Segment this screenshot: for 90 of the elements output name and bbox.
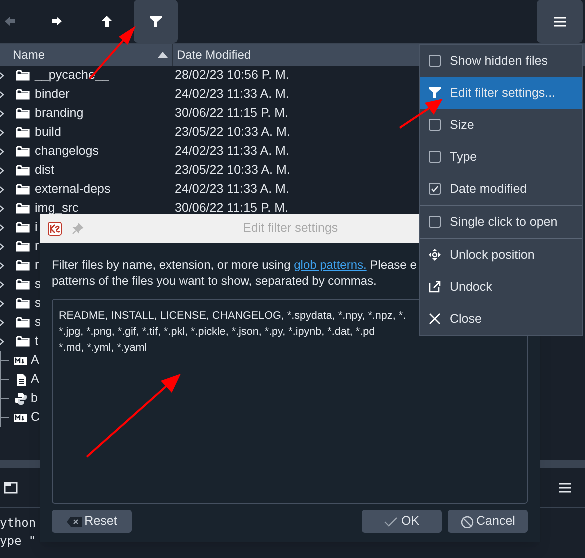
expand-chevron-icon[interactable]	[0, 204, 5, 212]
file-name[interactable]: build	[35, 123, 175, 142]
filter-icon	[429, 87, 441, 99]
modified-date: 30/06/22 11:15 P. M.	[175, 105, 289, 122]
checkbox[interactable]	[429, 55, 441, 67]
menu-item[interactable]: Size	[420, 109, 582, 141]
tree-branch-line	[0, 370, 9, 389]
menu-icon[interactable]	[559, 482, 571, 492]
folder-icon	[16, 316, 30, 330]
folder-icon	[16, 258, 30, 272]
modified-date: 24/02/23 11:33 A. M.	[175, 86, 290, 104]
column-header[interactable]: Date Modified	[173, 44, 252, 66]
console-line: ype "	[0, 533, 36, 550]
checkbox[interactable]	[429, 183, 441, 195]
expand-chevron-icon[interactable]	[0, 128, 5, 136]
checkbox[interactable]	[429, 151, 441, 163]
move-arrows-icon	[429, 249, 441, 261]
dialog-title: Edit filter settings	[243, 220, 338, 238]
folder-icon	[16, 182, 30, 196]
menu-button[interactable]	[537, 0, 583, 43]
menu-item[interactable]: Unlock position	[420, 239, 582, 271]
expand-chevron-icon[interactable]	[0, 186, 5, 194]
modified-date: 30/06/22 11:15 P. M.	[175, 200, 289, 218]
menu-item[interactable]: Single click to open	[420, 206, 582, 238]
file-name[interactable]: changelogs	[35, 142, 175, 161]
folder-icon	[16, 68, 30, 82]
back-arrow-icon	[3, 16, 15, 27]
folder-icon	[16, 220, 30, 234]
tree-branch-line	[0, 408, 9, 427]
folder-icon	[16, 164, 30, 178]
expand-chevron-icon[interactable]	[0, 166, 5, 174]
tree-branch-line	[0, 351, 9, 370]
menu-item[interactable]: Show hidden files	[420, 45, 582, 77]
expand-chevron-icon[interactable]	[0, 90, 5, 98]
file-name[interactable]: external-deps	[35, 180, 175, 199]
file-name[interactable]: img_src	[35, 199, 175, 218]
file-name[interactable]: dist	[35, 161, 175, 180]
folder-icon	[16, 240, 30, 254]
menu-item[interactable]: Date modified	[420, 173, 582, 205]
cancel-icon	[460, 516, 474, 528]
folder-icon	[16, 126, 30, 140]
expand-chevron-icon[interactable]	[0, 300, 5, 308]
python-icon	[14, 392, 28, 406]
expand-chevron-icon[interactable]	[0, 318, 5, 326]
checkbox[interactable]	[429, 119, 441, 131]
modified-date: 23/05/22 10:33 A. M.	[175, 162, 290, 180]
expand-chevron-icon[interactable]	[0, 148, 5, 156]
tree-branch-line	[0, 389, 9, 408]
cancel-button[interactable]: Cancel	[448, 510, 528, 533]
expand-chevron-icon[interactable]	[0, 224, 5, 232]
folder-icon	[16, 296, 30, 310]
document-icon	[14, 372, 28, 386]
glob-patterns-link[interactable]: glob patterns.	[294, 258, 367, 272]
reset-button[interactable]: Reset	[52, 510, 132, 533]
expand-chevron-icon[interactable]	[0, 338, 5, 346]
modified-date: 24/02/23 11:33 A. M.	[175, 181, 290, 198]
column-header[interactable]: Name	[0, 44, 173, 66]
folder-icon	[16, 334, 30, 348]
filter-button[interactable]	[134, 0, 178, 43]
filter-icon	[150, 16, 162, 27]
pane-tab-icon[interactable]	[4, 482, 18, 494]
menu-item[interactable]: Edit filter settings...	[420, 77, 582, 109]
modified-date: 24/02/23 11:33 A. M.	[175, 143, 290, 160]
folder-icon	[16, 202, 30, 216]
up-arrow-icon	[101, 16, 113, 27]
expand-chevron-icon[interactable]	[0, 262, 5, 270]
ok-button[interactable]: OK	[362, 510, 442, 533]
folder-icon	[16, 88, 30, 102]
console-line: ython	[0, 515, 36, 532]
file-name[interactable]: branding	[35, 104, 175, 123]
folder-icon	[16, 278, 30, 292]
expand-chevron-icon[interactable]	[0, 110, 5, 118]
close-icon	[429, 313, 441, 325]
expand-chevron-icon[interactable]	[0, 280, 5, 288]
backspace-icon	[66, 516, 82, 528]
undock-icon	[429, 281, 441, 293]
folder-icon	[16, 144, 30, 158]
checkbox[interactable]	[429, 216, 441, 228]
app-logo-icon	[48, 222, 62, 236]
folder-icon	[16, 106, 30, 120]
forward-arrow-icon	[52, 16, 64, 27]
expand-chevron-icon[interactable]	[0, 242, 5, 250]
file-name[interactable]: binder	[35, 85, 175, 104]
menu-icon	[554, 16, 566, 26]
annotation-arrow	[399, 99, 443, 129]
modified-date: 28/02/23 10:56 P. M.	[175, 67, 290, 84]
menu-item[interactable]: Type	[420, 141, 582, 173]
modified-date: 23/05/22 10:33 A. M.	[175, 124, 290, 142]
expand-chevron-icon[interactable]	[0, 72, 5, 80]
check-icon	[384, 516, 398, 528]
